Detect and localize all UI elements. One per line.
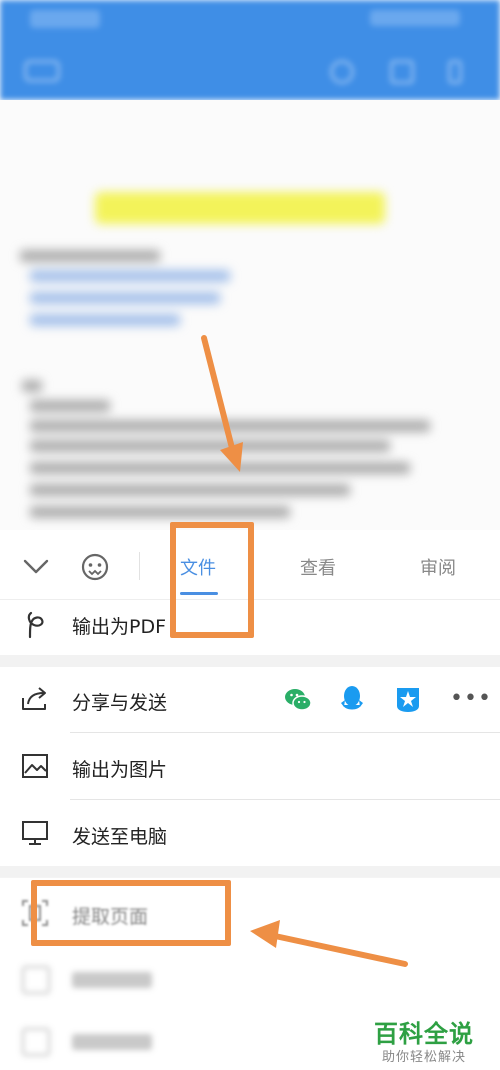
watermark-title: 百科全说	[374, 1020, 474, 1048]
watermark: 百科全说 助你轻松解决	[370, 1008, 500, 1070]
arrowhead-left	[250, 920, 280, 948]
arrow-left-to-extract-pages	[272, 933, 408, 967]
watermark-subtitle: 助你轻松解决	[382, 1050, 467, 1065]
arrowhead-down	[220, 442, 243, 472]
annotation-arrows	[201, 335, 408, 967]
arrow-down-to-file-tab	[201, 335, 236, 455]
